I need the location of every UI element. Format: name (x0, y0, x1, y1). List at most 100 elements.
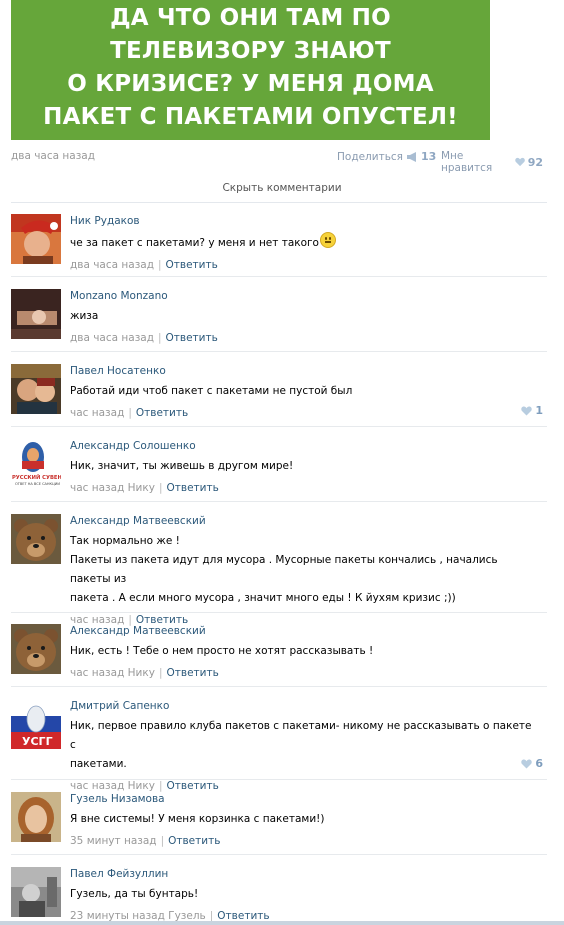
avatar[interactable] (11, 289, 61, 339)
avatar-flag: УСГГ (11, 699, 61, 749)
comment-meta: два часа назад | Ответить (70, 331, 540, 345)
meta-separator: | (128, 407, 132, 419)
like-count: 92 (527, 155, 543, 169)
divider (11, 854, 547, 855)
comment-text: че за пакет с пакетами? у меня и нет так… (70, 232, 540, 253)
comment-text: Так нормально же ! (70, 535, 180, 547)
share-button[interactable]: Поделиться 13 (337, 150, 436, 163)
comment-time: 35 минут назад (70, 835, 157, 847)
comment-time: два часа назад (70, 259, 154, 271)
comment-like-button[interactable]: 1 (521, 404, 543, 417)
comment-text: Я вне системы! У меня корзинка с пакетам… (70, 813, 325, 825)
comment: Ник Рудаков че за пакет с пакетами? у ме… (11, 214, 547, 277)
comment-like-button[interactable]: 6 (521, 757, 543, 770)
comment-time: два часа назад (70, 332, 154, 344)
souvenir-subtitle: ОТВЕТ НА ВСЕ САНКЦИИ (15, 482, 60, 486)
flag-letters: УСГГ (22, 735, 53, 748)
reply-link[interactable]: Ответить (168, 835, 220, 847)
comment-text: Ник, первое правило клуба пакетов с паке… (70, 720, 532, 751)
comment: Павел Носатенко Работай иди чтоб пакет с… (11, 364, 547, 427)
divider (11, 426, 547, 427)
hide-comments-link[interactable]: Скрыть комментарии (0, 182, 564, 194)
like-button[interactable]: Мне нравится 92 (441, 150, 543, 174)
comment-text-content: че за пакет с пакетами? у меня и нет так… (70, 237, 319, 249)
avatar[interactable] (11, 624, 61, 674)
avatar[interactable] (11, 792, 61, 842)
comment-meta: час назад Нику | Ответить (70, 481, 540, 495)
post-image[interactable]: ДА ЧТО ОНИ ТАМ ПО ТЕЛЕВИЗОРУ ЗНАЮТ О КРИ… (11, 0, 490, 140)
heart-icon (521, 406, 533, 415)
avatar-souvenir: РУССКИЙ СУВЕНИР ОТВЕТ НА ВСЕ САНКЦИИ (11, 439, 61, 489)
comment-meta: час назад Нику | Ответить (70, 666, 540, 680)
post-image-line: О КРИЗИСЕ? У МЕНЯ ДОМА (67, 71, 434, 97)
comment-author[interactable]: Павел Фейзуллин (70, 867, 540, 881)
comment-text: пакета . А если много мусора , значит мн… (70, 592, 456, 604)
divider (11, 612, 547, 613)
comment-author[interactable]: Александр Матвеевский (70, 514, 540, 528)
meta-separator: | (158, 667, 163, 679)
avatar-bear (11, 624, 61, 674)
comment-text: Работай иди чтоб пакет с пакетами не пус… (70, 385, 353, 397)
reply-link[interactable]: Ответить (167, 780, 219, 792)
comment: Павел Фейзуллин Гузель, да ты бунтарь! 2… (11, 867, 547, 922)
comment: УСГГ Дмитрий Сапенко Ник, первое правило… (11, 699, 547, 792)
comment-text: Пакеты из пакета идут для мусора . Мусор… (70, 554, 498, 585)
avatar[interactable]: РУССКИЙ СУВЕНИР ОТВЕТ НА ВСЕ САНКЦИИ (11, 439, 61, 489)
divider (11, 501, 547, 502)
meta-separator: | (158, 780, 163, 792)
comment-meta: час назад | Ответить (70, 406, 540, 420)
avatar[interactable]: УСГГ (11, 699, 61, 749)
comment-text: Ник, есть ! Тебе о нем просто не хотят р… (70, 645, 374, 657)
comment-text: жиза (70, 310, 99, 322)
meta-separator: | (157, 259, 162, 271)
meta-separator: | (158, 482, 163, 494)
souvenir-title: РУССКИЙ СУВЕНИР (12, 473, 61, 481)
comment-author[interactable]: Александр Солошенко (70, 439, 540, 453)
post-image-line: ДА ЧТО ОНИ ТАМ ПО (110, 5, 391, 31)
comment-time: час назад Нику (70, 482, 155, 494)
comment-text: Гузель, да ты бунтарь! (70, 888, 199, 900)
comment-author[interactable]: Дмитрий Сапенко (70, 699, 540, 713)
post-image-line: ПАКЕТ С ПАКЕТАМИ ОПУСТЕЛ! (43, 104, 458, 130)
smile-emoji-icon (319, 232, 336, 248)
divider (11, 202, 547, 203)
avatar-photo (11, 364, 61, 414)
meta-separator: | (160, 835, 165, 847)
comment-author[interactable]: Гузель Низамова (70, 792, 540, 806)
comment-time: час назад (70, 407, 125, 419)
comment: РУССКИЙ СУВЕНИР ОТВЕТ НА ВСЕ САНКЦИИ Але… (11, 439, 547, 502)
reply-link[interactable]: Ответить (136, 407, 188, 419)
avatar-bear (11, 514, 61, 564)
reply-link[interactable]: Ответить (166, 332, 218, 344)
like-label: Мне нравится (441, 150, 493, 174)
avatar[interactable] (11, 364, 61, 414)
bottom-edge (0, 921, 564, 925)
avatar-photo (11, 792, 61, 842)
post-meta: два часа назад Поделиться 13 Мне нравитс… (11, 150, 543, 174)
comment-author[interactable]: Александр Матвеевский (70, 624, 540, 638)
comment: Александр Матвеевский Ник, есть ! Тебе о… (11, 624, 547, 687)
comment-text: пакетами. (70, 758, 127, 770)
reply-link[interactable]: Ответить (167, 667, 219, 679)
comment: Александр Матвеевский Так нормально же !… (11, 514, 547, 626)
comment-meta: 35 минут назад | Ответить (70, 834, 540, 848)
heart-icon (514, 157, 525, 167)
comment-author[interactable]: Ник Рудаков (70, 214, 540, 228)
divider (11, 686, 547, 687)
avatar[interactable] (11, 214, 61, 264)
avatar[interactable] (11, 514, 61, 564)
comment: Гузель Низамова Я вне системы! У меня ко… (11, 792, 547, 855)
comment-author[interactable]: Павел Носатенко (70, 364, 540, 378)
heart-icon (521, 759, 533, 768)
avatar-photo (11, 867, 61, 917)
divider (11, 351, 547, 352)
reply-link[interactable]: Ответить (167, 482, 219, 494)
reply-link[interactable]: Ответить (166, 259, 218, 271)
comment-time: час назад Нику (70, 780, 155, 792)
comment-author[interactable]: Monzano Monzano (70, 289, 540, 303)
avatar-photo (11, 214, 61, 264)
comment-time: час назад Нику (70, 667, 155, 679)
avatar[interactable] (11, 867, 61, 917)
post-time: два часа назад (11, 150, 95, 162)
comment-like-count: 1 (535, 404, 543, 417)
